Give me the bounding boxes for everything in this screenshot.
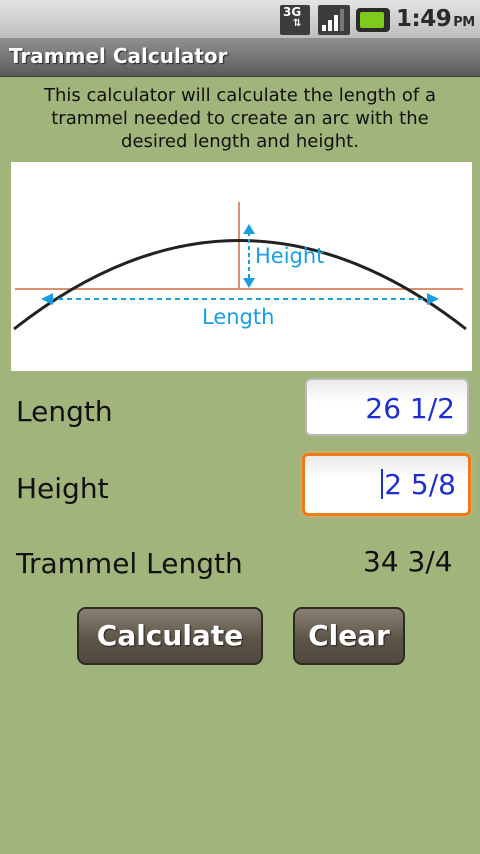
calculate-button[interactable]: Calculate bbox=[77, 607, 263, 665]
length-label: Length bbox=[16, 395, 113, 428]
network-3g-icon: 3G ⇅ bbox=[280, 5, 310, 35]
status-bar: 3G ⇅ 1:49 PM bbox=[0, 0, 480, 39]
clear-button[interactable]: Clear bbox=[293, 607, 405, 665]
diagram-length-label: Length bbox=[202, 305, 274, 329]
battery-charging-icon bbox=[356, 8, 390, 32]
intro-text: This calculator will calculate the lengt… bbox=[44, 85, 436, 152]
main-content: This calculator will calculate the lengt… bbox=[0, 77, 480, 854]
trammel-length-label: Trammel Length bbox=[16, 547, 243, 580]
height-input[interactable]: 2 5/8 bbox=[302, 453, 471, 516]
length-input[interactable]: 26 1/2 bbox=[305, 378, 469, 436]
text-cursor bbox=[381, 469, 384, 499]
diagram-height-label: Height bbox=[255, 244, 324, 268]
trammel-length-value: 34 3/4 bbox=[363, 545, 453, 578]
status-clock: 1:49 PM bbox=[396, 6, 475, 32]
app-title-bar: Trammel Calculator bbox=[0, 39, 480, 77]
app-title: Trammel Calculator bbox=[9, 44, 228, 68]
arc-diagram: Height Length bbox=[11, 162, 472, 371]
height-label: Height bbox=[16, 472, 109, 505]
signal-strength-icon bbox=[318, 5, 350, 35]
